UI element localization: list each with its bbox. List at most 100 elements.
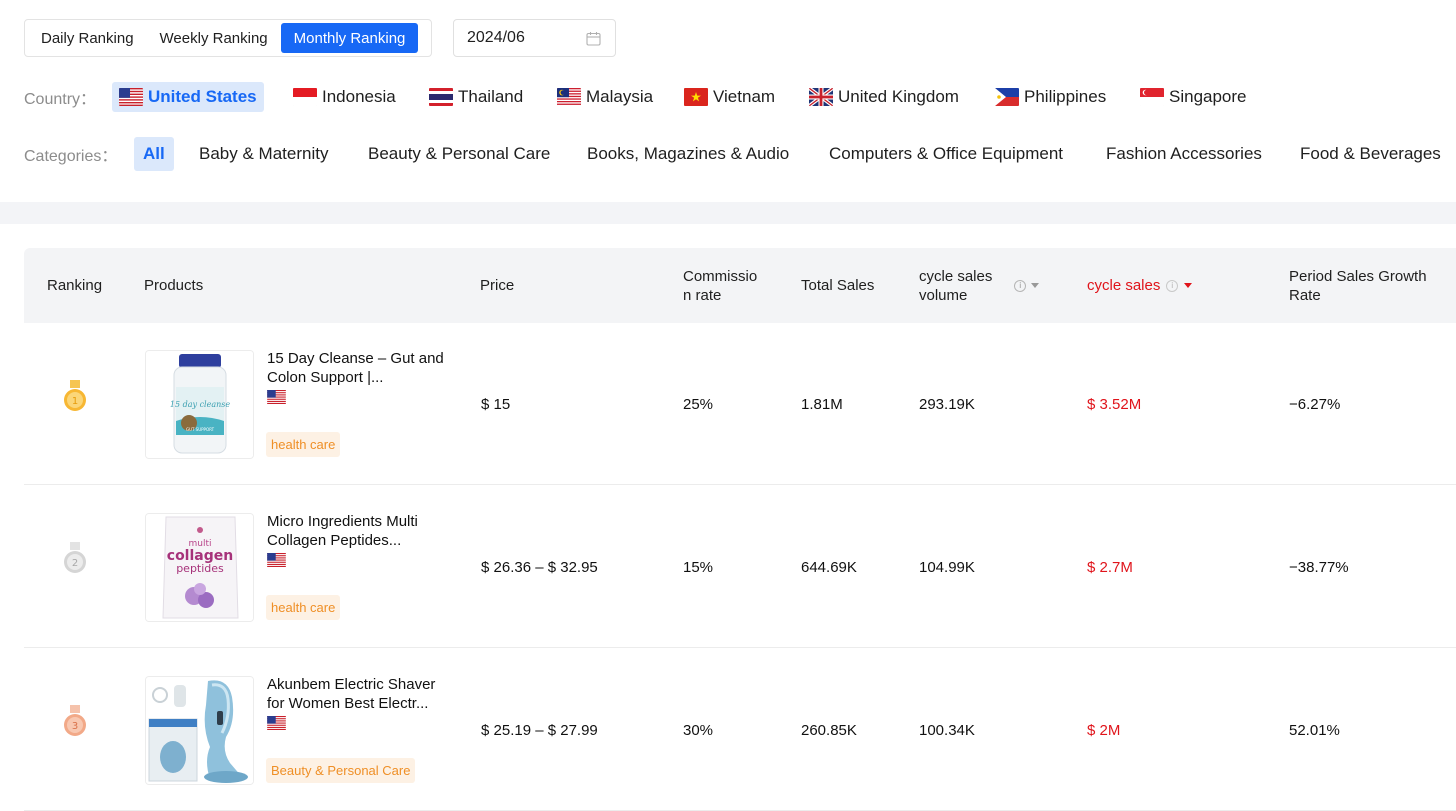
header-commission-line2: n rate — [683, 286, 722, 304]
product-name[interactable]: Akunbem Electric Shaver for Women Best E… — [267, 675, 452, 713]
commission-cell: 25% — [683, 395, 714, 413]
country-label-vietnam: Vietnam — [713, 87, 776, 106]
total-sales-cell: 1.81M — [801, 395, 843, 413]
header-growth-line1: Period Sales Growth — [1289, 267, 1427, 285]
country-filter: Country： United States Indonesia Thailan… — [24, 82, 1274, 112]
category-filter: Categories： All Baby & Maternity Beauty … — [24, 137, 1456, 171]
tab-monthly-ranking[interactable]: Monthly Ranking — [280, 23, 419, 53]
header-period-growth-rate: Period Sales Growth Rate — [1289, 248, 1427, 323]
cycle-volume-cell: 293.19K — [919, 395, 975, 413]
ranking-period-tabs: Daily Ranking Weekly Ranking Monthly Ran… — [24, 19, 432, 57]
country-label: Country： — [24, 91, 97, 108]
gold-medal-icon: 1 — [64, 380, 86, 411]
us-flag-icon — [119, 88, 143, 106]
cycle-sales-cell: $ 2.7M — [1087, 558, 1133, 576]
cycle-sales-cell: $ 2M — [1087, 721, 1121, 739]
us-flag-icon — [267, 716, 286, 730]
commission-cell: 30% — [683, 721, 714, 739]
header-cycle-volume-line1: cycle sales — [919, 267, 993, 285]
country-label-indonesia: Indonesia — [322, 87, 396, 106]
indonesia-flag-icon — [293, 88, 317, 106]
country-label-philippines: Philippines — [1024, 87, 1107, 106]
header-commission-line1: Commissio — [683, 267, 758, 285]
thumb-label-text: GUT SUPPORT — [186, 427, 215, 432]
header-ranking: Ranking — [47, 277, 103, 294]
product-thumbnail[interactable]: multi collagen peptides — [145, 513, 254, 622]
header-cycle-sales-volume[interactable]: cycle sales volume i — [919, 248, 1054, 323]
country-philippines[interactable]: Philippines — [988, 82, 1113, 112]
country-vietnam[interactable]: Vietnam — [677, 82, 782, 112]
cycle-volume-cell: 104.99K — [919, 558, 975, 576]
thumb-brand-text: 15 day cleanse — [170, 400, 230, 409]
uk-flag-icon — [809, 88, 833, 106]
header-cycle-volume-text: cycle sales volume — [919, 267, 992, 305]
calendar-icon — [586, 32, 601, 46]
country-malaysia[interactable]: Malaysia — [550, 82, 660, 112]
philippines-flag-icon — [995, 88, 1019, 106]
price-cell: $ 25.19 – $ 27.99 — [481, 721, 598, 739]
section-divider — [0, 202, 1456, 224]
commission-cell: 15% — [683, 558, 714, 576]
category-tag: Beauty & Personal Care — [266, 758, 416, 783]
growth-rate-cell: −6.27% — [1289, 395, 1341, 413]
category-tag: health care — [266, 432, 341, 457]
product-thumbnail[interactable] — [145, 676, 254, 785]
bronze-medal-icon: 3 — [64, 705, 86, 736]
product-name[interactable]: Micro Ingredients Multi Collagen Peptide… — [267, 512, 452, 550]
category-books-magazines-audio[interactable]: Books, Magazines & Audio — [578, 137, 798, 171]
month-date-picker[interactable]: 2024/06 — [453, 19, 616, 57]
country-label-thailand: Thailand — [458, 87, 524, 106]
vietnam-flag-icon — [684, 88, 708, 106]
country-label-united-kingdom: United Kingdom — [838, 87, 959, 106]
header-cycle-sales[interactable]: cycle sales i — [1087, 248, 1193, 323]
country-indonesia[interactable]: Indonesia — [286, 82, 403, 112]
malaysia-flag-icon — [557, 88, 581, 106]
sort-caret-icon[interactable] — [1031, 283, 1040, 288]
country-label-singapore: Singapore — [1169, 87, 1247, 106]
price-cell: $ 15 — [481, 395, 511, 413]
sort-desc-icon[interactable] — [1184, 283, 1193, 288]
table-row[interactable]: 2 multi collagen peptides Micro Ingredie… — [24, 486, 1456, 648]
info-icon[interactable]: i — [1014, 279, 1027, 292]
growth-rate-cell: −38.77% — [1289, 558, 1349, 576]
date-picker-value: 2024/06 — [467, 29, 525, 46]
cycle-volume-cell: 100.34K — [919, 721, 975, 739]
thailand-flag-icon — [429, 88, 453, 106]
table-row[interactable]: 3 Akunbem Electric Shaver for Women Best… — [24, 649, 1456, 811]
table-header: Ranking Products Price Commissio n rate … — [24, 248, 1456, 323]
category-fashion-accessories[interactable]: Fashion Accessories — [1097, 137, 1271, 171]
total-sales-cell: 644.69K — [801, 558, 857, 576]
category-all[interactable]: All — [134, 137, 174, 171]
header-growth-line2: Rate — [1289, 286, 1321, 304]
country-thailand[interactable]: Thailand — [422, 82, 530, 112]
silver-medal-icon: 2 — [64, 542, 86, 573]
country-label-united-states: United States — [148, 87, 257, 106]
category-computers-office[interactable]: Computers & Office Equipment — [820, 137, 1072, 171]
growth-rate-cell: 52.01% — [1289, 721, 1340, 739]
country-united-kingdom[interactable]: United Kingdom — [802, 82, 966, 112]
category-beauty-personal-care[interactable]: Beauty & Personal Care — [359, 137, 559, 171]
header-total-sales: Total Sales — [801, 277, 875, 294]
tab-weekly-ranking[interactable]: Weekly Ranking — [147, 23, 281, 53]
category-food-beverages[interactable]: Food & Beverages — [1291, 137, 1450, 171]
country-united-states[interactable]: United States — [112, 82, 264, 112]
medal-rank-number: 1 — [72, 396, 78, 407]
table-row[interactable]: 1 15 day cleanse GUT SUPPORT 15 Day Clea… — [24, 323, 1456, 485]
us-flag-icon — [267, 553, 286, 567]
total-sales-cell: 260.85K — [801, 721, 857, 739]
category-baby-maternity[interactable]: Baby & Maternity — [190, 137, 337, 171]
tab-daily-ranking[interactable]: Daily Ranking — [28, 23, 147, 53]
info-icon[interactable]: i — [1166, 279, 1179, 292]
category-tag: health care — [266, 595, 341, 620]
cycle-sales-cell: $ 3.52M — [1087, 395, 1142, 413]
header-cycle-volume-line2: volume — [919, 286, 968, 304]
product-thumbnail[interactable]: 15 day cleanse GUT SUPPORT — [145, 350, 254, 459]
product-name[interactable]: 15 Day Cleanse – Gut and Colon Support |… — [267, 349, 452, 387]
singapore-flag-icon — [1140, 88, 1164, 106]
us-flag-icon — [267, 390, 286, 404]
header-cycle-sales-label: cycle sales — [1087, 277, 1161, 294]
country-singapore[interactable]: Singapore — [1133, 82, 1254, 112]
medal-rank-number: 3 — [72, 721, 78, 732]
price-cell: $ 26.36 – $ 32.95 — [481, 558, 598, 576]
medal-rank-number: 2 — [72, 558, 78, 569]
